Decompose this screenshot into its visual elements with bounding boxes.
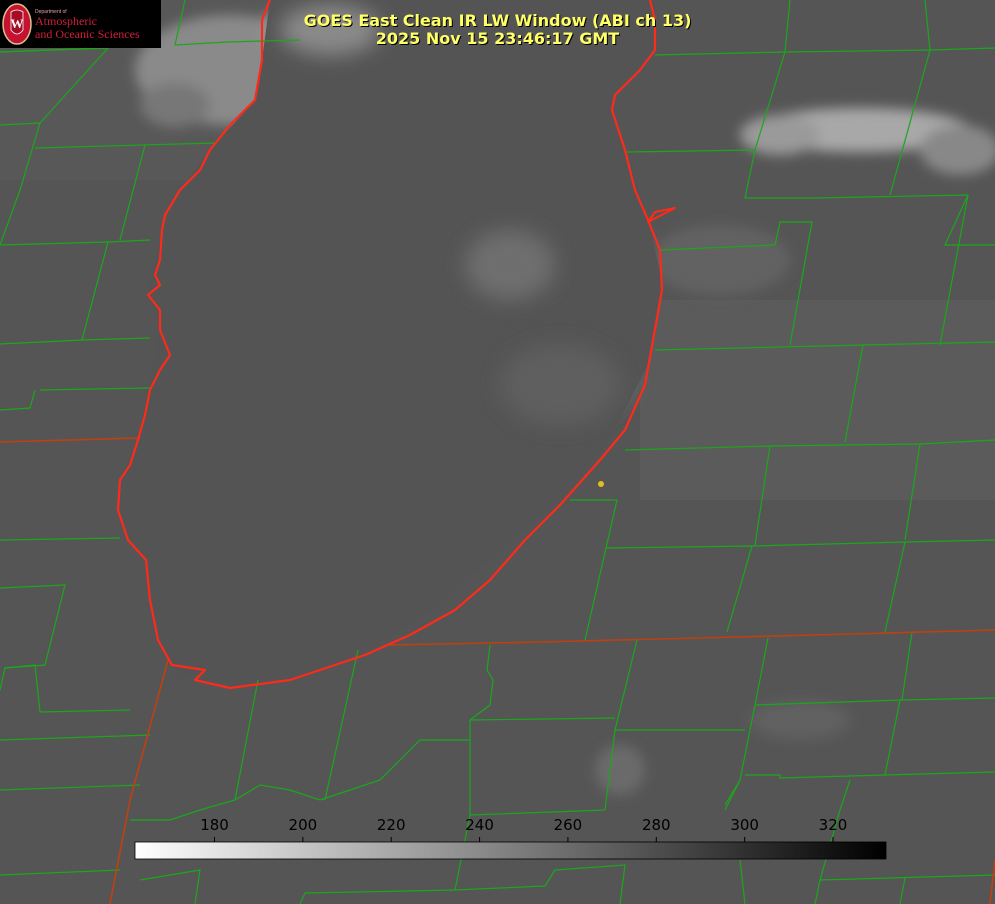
cloud-north-small [140,83,210,127]
station-marker [598,481,604,487]
cloud-east-shore [650,225,790,295]
image-title: GOES East Clean IR LW Window (ABI ch 13) [303,11,692,30]
colorbar-tick-label: 280 [642,816,671,834]
colorbar-tick-label: 300 [730,816,759,834]
logo-line-2: and Oceanic Sciences [35,27,140,41]
uw-seal-icon: W [2,3,32,45]
ir-haze-east [640,300,995,500]
colorbar-tick-label: 200 [289,816,318,834]
cloud-southeast-land [750,700,850,740]
colorbar-tick-label: 260 [554,816,583,834]
satellite-map: 180 200 220 240 260 280 300 320 [0,0,995,904]
colorbar-gradient [134,841,887,860]
image-title-block: GOES East Clean IR LW Window (ABI ch 13)… [160,12,835,48]
cloud-northeast-edge [740,115,820,155]
uw-aos-logo[interactable]: W Department of Atmospheric and Oceanic … [0,0,161,48]
colorbar-tick-label: 240 [465,816,494,834]
cloud-south-land [595,745,645,795]
colorbar-tick-label: 180 [200,816,229,834]
image-timestamp: 2025 Nov 15 23:46:17 GMT [375,29,620,48]
colorbar-tick-label: 320 [819,816,848,834]
svg-text:W: W [11,16,24,31]
colorbar-tick-label: 220 [377,816,406,834]
